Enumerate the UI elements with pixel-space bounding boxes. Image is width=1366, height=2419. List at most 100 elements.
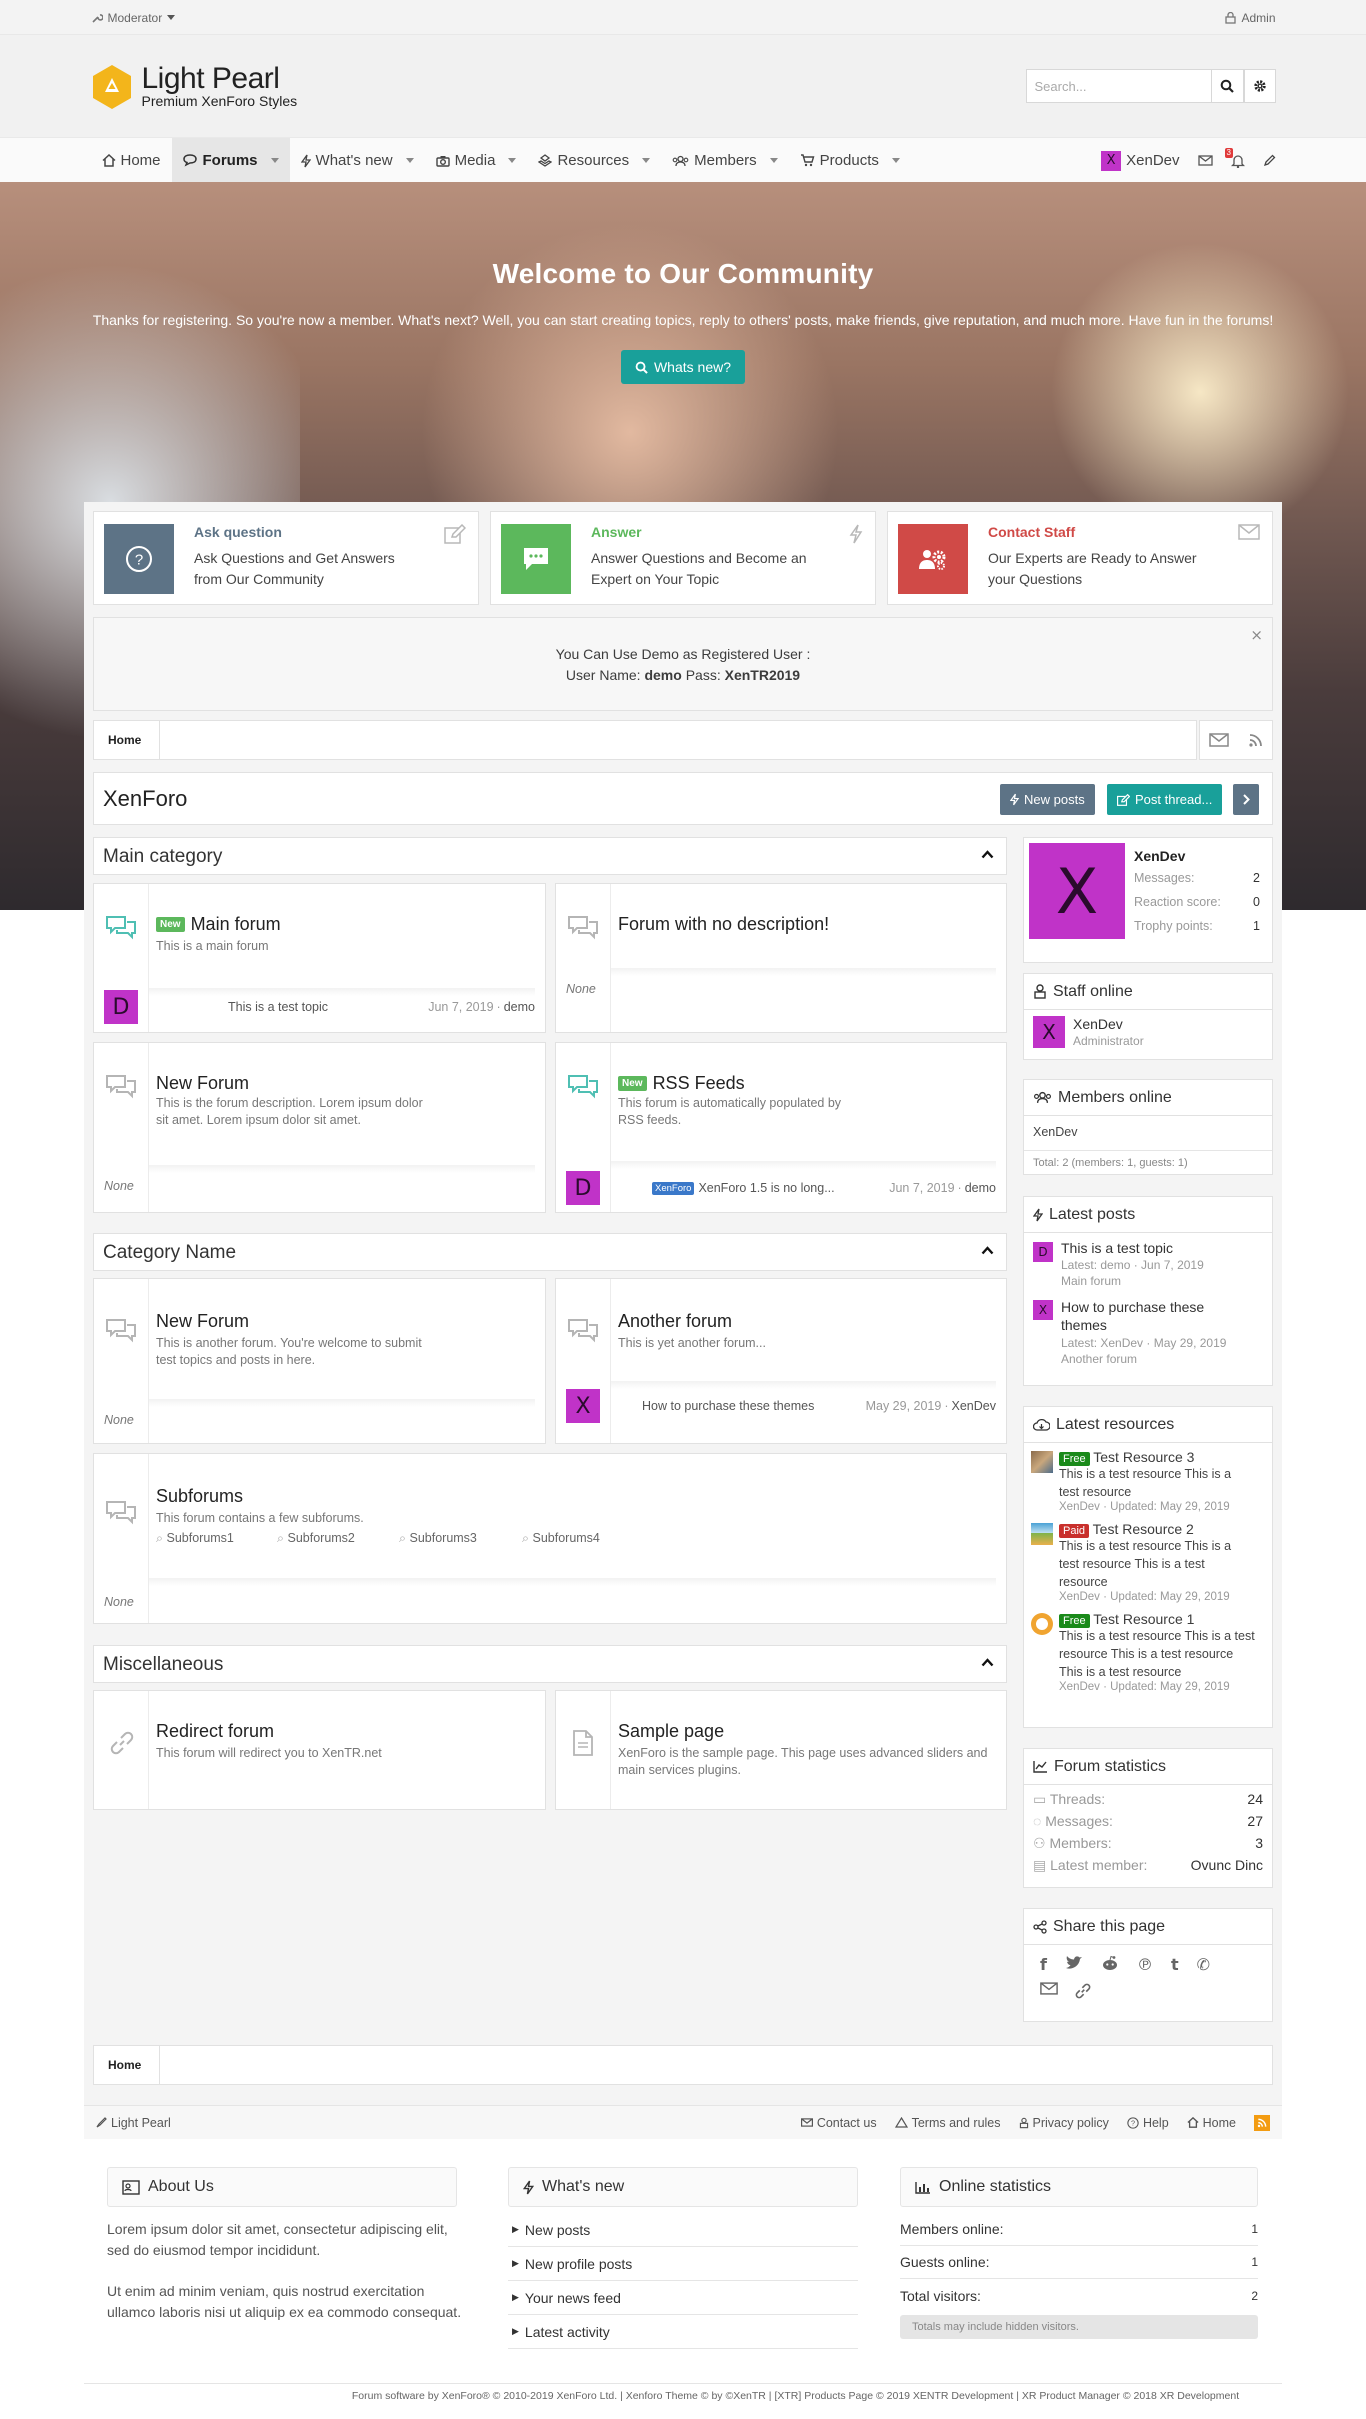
latest-post-title[interactable]: How to purchase these themes xyxy=(1061,1298,1221,1334)
forum-title[interactable]: New Forum xyxy=(156,1073,249,1094)
resource-item[interactable]: Free Test Resource 1 This is a test reso… xyxy=(1024,1603,1272,1693)
nav-products[interactable]: Products xyxy=(789,138,911,183)
category-main-header[interactable]: Main category xyxy=(93,837,1007,875)
nav-home[interactable]: Home xyxy=(91,138,172,183)
chevron-down-icon[interactable] xyxy=(891,158,900,163)
whats-new-button[interactable]: Whats new? xyxy=(620,350,746,384)
envelope-icon[interactable] xyxy=(1209,733,1229,747)
forum-node-main-forum[interactable]: New Main forum This is a main forum D Thi… xyxy=(93,883,546,1033)
account-link[interactable]: X XenDev xyxy=(1101,150,1180,171)
footer-help-link[interactable]: ? Help xyxy=(1127,2116,1169,2130)
feature-ask-question[interactable]: ? Ask question Ask Questions and Get Ans… xyxy=(93,511,479,605)
avatar[interactable]: D xyxy=(1033,1242,1053,1262)
avatar[interactable]: X xyxy=(1033,1300,1053,1320)
forum-title[interactable]: New Forum xyxy=(156,1311,249,1332)
forum-title[interactable]: Main forum xyxy=(191,914,281,935)
feature-contact-staff[interactable]: Contact Staff Our Experts are Ready to A… xyxy=(887,511,1273,605)
rss-icon[interactable] xyxy=(1254,2114,1270,2131)
facebook-icon[interactable]: f xyxy=(1040,1955,1047,1974)
search-input[interactable]: Search... xyxy=(1025,69,1212,103)
forum-title[interactable]: Sample page xyxy=(618,1721,724,1742)
pencil-icon[interactable] xyxy=(1263,154,1276,167)
nav-whats-new[interactable]: What's new xyxy=(290,138,425,183)
footer-news-feed-link[interactable]: ▶ Your news feed xyxy=(508,2281,858,2315)
subforum-link[interactable]: ⌕ Subforums3 xyxy=(399,1531,522,1546)
chevron-up-icon[interactable] xyxy=(981,1658,994,1667)
post-thread-button[interactable]: Post thread... xyxy=(1107,784,1223,815)
latest-member-link[interactable]: Ovunc Dinc xyxy=(1191,1857,1263,1879)
reddit-icon[interactable] xyxy=(1101,1955,1119,1971)
pinterest-icon[interactable]: ℗ xyxy=(1137,1955,1153,1974)
breadcrumb-home[interactable]: Home xyxy=(94,721,161,759)
nav-media[interactable]: Media xyxy=(425,138,528,183)
avatar[interactable]: X xyxy=(1033,1016,1065,1048)
avatar[interactable]: D xyxy=(104,990,138,1024)
staff-name[interactable]: XenDev xyxy=(1073,1016,1144,1032)
footer-privacy-link[interactable]: Privacy policy xyxy=(1019,2116,1109,2130)
subforum-link[interactable]: ⌕ Subforums4 xyxy=(522,1531,600,1546)
breadcrumb-home[interactable]: Home xyxy=(94,2046,161,2084)
site-logo[interactable]: Light Pearl Premium XenForo Styles xyxy=(88,63,297,111)
tumblr-icon[interactable]: t xyxy=(1171,1955,1179,1974)
forum-node-sample-page[interactable]: Sample page XenForo is the sample page. … xyxy=(555,1690,1007,1810)
subforum-link[interactable]: ⌕ Subforums1 xyxy=(156,1531,277,1546)
style-chooser[interactable]: Light Pearl xyxy=(96,2116,171,2130)
forum-title[interactable]: Subforums xyxy=(156,1486,243,1507)
footer-new-posts-link[interactable]: ▶ New posts xyxy=(508,2213,858,2247)
alerts-button[interactable]: 3 xyxy=(1224,148,1245,168)
avatar[interactable]: D xyxy=(566,1171,600,1205)
search-settings-button[interactable] xyxy=(1243,69,1276,103)
nav-forums[interactable]: Forums xyxy=(171,138,290,183)
new-posts-button[interactable]: New posts xyxy=(1000,784,1095,815)
forum-node-rss-feeds[interactable]: New RSS Feeds This forum is automatically… xyxy=(555,1042,1007,1213)
resource-item[interactable]: Paid Test Resource 2 This is a test reso… xyxy=(1024,1513,1272,1603)
last-post-title[interactable]: XenForo 1.5 is no long... xyxy=(698,1181,834,1195)
forum-node-new-forum-2[interactable]: New Forum This is another forum. You're … xyxy=(93,1278,546,1444)
forum-title[interactable]: Forum with no description! xyxy=(618,914,829,935)
forum-node-new-forum[interactable]: New Forum This is the forum description.… xyxy=(93,1042,546,1213)
forum-node-subforums[interactable]: Subforums This forum contains a few subf… xyxy=(93,1453,1007,1624)
footer-contact-link[interactable]: Contact us xyxy=(800,2116,877,2130)
footer-new-profile-posts-link[interactable]: ▶ New profile posts xyxy=(508,2247,858,2281)
last-post-user[interactable]: demo xyxy=(504,1000,535,1014)
category-misc-header[interactable]: Miscellaneous xyxy=(93,1645,1007,1683)
envelope-icon[interactable] xyxy=(1040,1982,1058,1995)
forum-node-redirect[interactable]: Redirect forum This forum will redirect … xyxy=(93,1690,546,1810)
avatar[interactable]: X xyxy=(1029,843,1125,939)
chevron-down-icon[interactable] xyxy=(270,158,279,163)
forum-node-another-forum[interactable]: Another forum This is yet another forum.… xyxy=(555,1278,1007,1444)
whatsapp-icon[interactable]: ✆ xyxy=(1197,1955,1210,1974)
forum-title[interactable]: Another forum xyxy=(618,1311,732,1332)
admin-link[interactable]: Admin xyxy=(1225,11,1276,25)
nav-members[interactable]: Members xyxy=(661,138,789,183)
profile-name[interactable]: XenDev xyxy=(1134,848,1185,864)
nav-resources[interactable]: Resources xyxy=(527,138,661,183)
twitter-icon[interactable] xyxy=(1065,1955,1083,1971)
feature-answer[interactable]: Answer Answer Questions and Become an Ex… xyxy=(490,511,876,605)
category-name-header[interactable]: Category Name xyxy=(93,1233,1007,1271)
last-post-user[interactable]: demo xyxy=(965,1181,996,1195)
chevron-up-icon[interactable] xyxy=(981,850,994,859)
chevron-down-icon[interactable] xyxy=(405,158,414,163)
footer-home-link[interactable]: Home xyxy=(1187,2116,1236,2130)
online-user[interactable]: XenDev xyxy=(1024,1116,1272,1151)
footer-terms-link[interactable]: Terms and rules xyxy=(894,2116,1001,2130)
chevron-up-icon[interactable] xyxy=(981,1246,994,1255)
link-icon[interactable] xyxy=(1074,1982,1092,2000)
subforum-link[interactable]: ⌕ Subforums2 xyxy=(277,1531,399,1546)
last-post-user[interactable]: XenDev xyxy=(952,1399,996,1413)
latest-post-title[interactable]: This is a test topic xyxy=(1061,1240,1204,1256)
forum-title[interactable]: RSS Feeds xyxy=(653,1073,745,1094)
rss-icon[interactable] xyxy=(1248,733,1263,748)
avatar[interactable]: X xyxy=(566,1389,600,1423)
next-arrow-button[interactable] xyxy=(1233,784,1259,815)
chevron-down-icon[interactable] xyxy=(642,158,651,163)
resource-item[interactable]: Free Test Resource 3 This is a test reso… xyxy=(1024,1443,1272,1513)
last-post-title[interactable]: This is a test topic xyxy=(228,1000,328,1014)
forum-title[interactable]: Redirect forum xyxy=(156,1721,274,1742)
envelope-icon[interactable] xyxy=(1197,155,1213,166)
footer-latest-activity-link[interactable]: ▶ Latest activity xyxy=(508,2315,858,2349)
moderator-menu[interactable]: Moderator xyxy=(91,11,176,25)
chevron-down-icon[interactable] xyxy=(769,158,778,163)
search-button[interactable] xyxy=(1211,69,1244,103)
